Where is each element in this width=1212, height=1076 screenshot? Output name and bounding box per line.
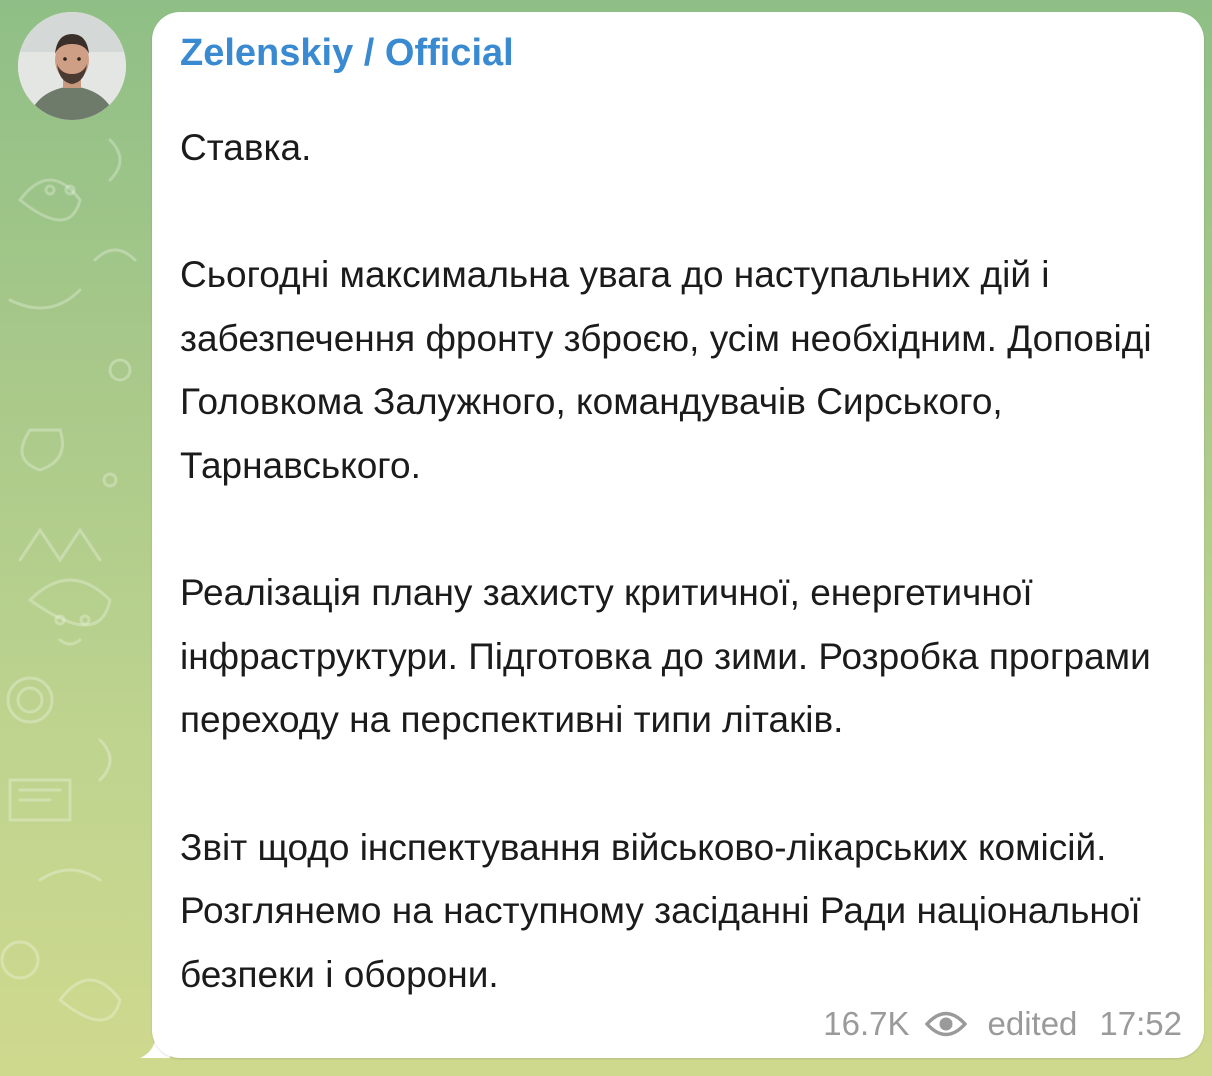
channel-avatar-portrait xyxy=(18,12,126,120)
message-meta: 16.7K edited 17:52 xyxy=(823,1004,1182,1044)
channel-avatar[interactable] xyxy=(18,12,126,120)
message-text: Ставка. Сьогодні максимальна увага до на… xyxy=(180,116,1190,1006)
view-count: 16.7K xyxy=(823,1005,910,1042)
message-bubble[interactable]: Zelenskiy / Official Ставка. Сьогодні ма… xyxy=(152,12,1204,1058)
sender-name[interactable]: Zelenskiy / Official xyxy=(180,32,514,75)
message-paragraph: Звіт щодо інспектування військово-лікарс… xyxy=(180,826,1141,995)
message-paragraph: Реалізація плану захисту критичної, енер… xyxy=(180,572,1151,741)
eye-icon xyxy=(925,1011,968,1037)
message-time: 17:52 xyxy=(1099,1005,1182,1042)
message-paragraph: Ставка. xyxy=(180,127,312,168)
message-paragraph: Сьогодні максимальна увага до наступальн… xyxy=(180,254,1152,486)
edited-label: edited xyxy=(987,1005,1078,1042)
